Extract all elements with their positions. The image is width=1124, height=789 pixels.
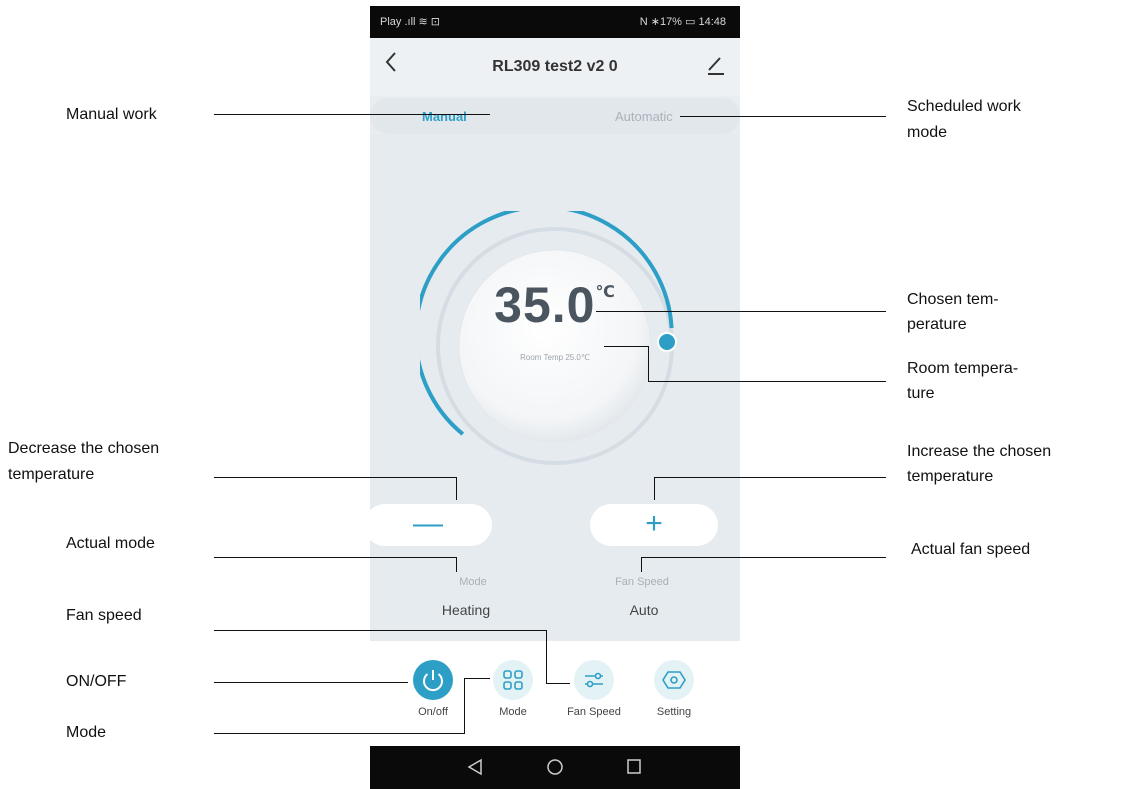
mode-button[interactable]: Mode [473,660,553,718]
dial-handle[interactable] [657,332,677,352]
phone-screen: Play .ıll ≋ ⊡ N ∗17% ▭ 14:48 RL309 test2… [370,6,740,789]
tab-automatic[interactable]: Automatic [615,109,673,124]
leader-line-actual-fan-b [641,557,642,572]
annotation-scheduled-1: Scheduled work [907,98,1021,115]
annotation-decrease-2: temperature [8,466,95,483]
fan-speed-button[interactable]: Fan Speed [554,660,634,718]
annotation-manual-work: Manual work [66,106,157,123]
leader-line-mode-c [464,678,490,679]
room-temperature: Room Temp 25.0℃ [520,353,590,362]
leader-line-increase-a [654,477,886,478]
tab-manual[interactable]: Manual [422,109,467,124]
system-home-icon[interactable] [546,758,564,776]
increase-temperature-button[interactable]: + [590,504,718,546]
leader-line-room-temp-c [648,381,886,382]
setting-button[interactable]: Setting [634,660,714,718]
app-bar: RL309 test2 v2 0 [370,38,740,96]
annotation-room-temp-2: ture [907,385,935,402]
temperature-unit: ℃ [595,284,616,301]
pencil-icon [708,57,724,75]
annotation-mode: Mode [66,724,107,741]
leader-line-fan-speed-a [214,630,546,631]
leader-line-fan-speed-b [546,630,547,683]
annotation-decrease-1: Decrease the chosen [8,440,160,457]
leader-line-decrease-a [214,477,457,478]
hexagon-settings-icon [654,660,694,700]
annotation-actual-mode: Actual mode [66,535,155,552]
system-nav-bar [370,746,740,789]
leader-line-on-off [214,682,408,683]
system-recent-icon[interactable] [626,758,642,776]
setting-button-label: Setting [656,706,692,718]
leader-line-manual [214,114,490,115]
leader-line-actual-mode-a [214,557,457,558]
leader-line-room-temp-a [604,346,649,347]
system-back-icon[interactable] [467,758,483,776]
annotation-increase-2: temperature [907,468,994,485]
mode-button-label: Mode [499,706,527,718]
status-bar: Play .ıll ≋ ⊡ N ∗17% ▭ 14:48 [370,6,740,38]
grid-icon [493,660,533,700]
page-title: RL309 test2 v2 0 [492,58,618,75]
annotation-fan-speed: Fan speed [66,607,142,624]
annotation-room-temp-1: Room tempera- [907,360,1019,377]
temperature-value: 35.0 [494,277,596,333]
temperature-dial[interactable] [420,211,690,481]
leader-line-actual-fan-a [641,557,886,558]
sliders-icon [574,660,614,700]
leader-line-scheduled [680,116,886,117]
annotation-increase-1: Increase the chosen [907,443,1052,460]
leader-line-mode-a [214,733,464,734]
power-icon [413,660,453,700]
leader-line-fan-speed-c [546,683,570,684]
leader-line-room-temp-b [648,346,649,382]
leader-line-mode-b [464,678,465,734]
status-bar-left: Play .ıll ≋ ⊡ [380,16,441,28]
decrease-temperature-button[interactable]: — [370,504,492,546]
fan-speed-label: Fan Speed [615,576,669,588]
leader-line-decrease-b [456,477,457,500]
annotation-chosen-temp-2: perature [907,316,967,333]
leader-line-actual-mode-b [456,557,457,572]
on-off-button[interactable]: On/off [393,660,473,718]
leader-line-increase-b [654,477,655,500]
bottom-nav: On/off Mode Fan Speed Setting [370,641,740,746]
annotation-actual-fan: Actual fan speed [911,541,1031,558]
fan-speed-button-label: Fan Speed [567,706,621,718]
annotation-chosen-temp-1: Chosen tem- [907,291,999,308]
mode-label: Mode [459,576,487,588]
fan-speed-value: Auto [629,602,659,618]
mode-value: Heating [441,602,491,618]
chosen-temperature: 35.0℃ [370,276,740,334]
annotation-scheduled-2: mode [907,124,948,141]
status-bar-right: N ∗17% ▭ 14:48 [639,16,726,28]
on-off-label: On/off [418,706,448,718]
leader-line-chosen-temp [596,311,886,312]
edit-button[interactable] [706,54,726,76]
annotation-on-off: ON/OFF [66,673,127,690]
